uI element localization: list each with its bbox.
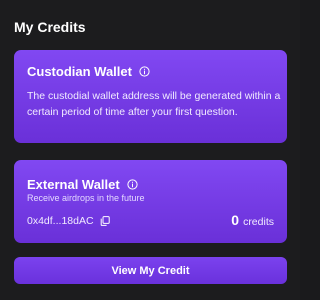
my-credits-panel: My Credits Custodian Wallet The custodia…	[0, 0, 300, 300]
credits-unit: credits	[243, 216, 274, 228]
external-wallet-header: External Wallet	[27, 177, 138, 192]
credits-balance: 0 credits	[231, 212, 274, 228]
custodian-wallet-title: Custodian Wallet	[27, 64, 132, 79]
custodian-wallet-card: Custodian Wallet The custodial wallet ad…	[14, 50, 287, 143]
view-my-credit-button[interactable]: View My Credit	[14, 257, 287, 284]
info-icon[interactable]	[139, 66, 150, 77]
wallet-address-row: 0x4df...18dAC	[27, 215, 110, 227]
wallet-address: 0x4df...18dAC	[27, 215, 94, 227]
custodian-wallet-description: The custodial wallet address will be gen…	[27, 90, 281, 118]
external-wallet-title: External Wallet	[27, 177, 120, 192]
credits-value: 0	[231, 212, 240, 228]
external-wallet-card: External Wallet Receive airdrops in the …	[14, 160, 287, 243]
external-wallet-subtitle: Receive airdrops in the future	[27, 193, 145, 203]
page-title: My Credits	[14, 19, 86, 35]
custodian-wallet-header: Custodian Wallet	[27, 64, 150, 79]
info-icon[interactable]	[127, 179, 138, 190]
copy-icon[interactable]	[100, 216, 110, 226]
